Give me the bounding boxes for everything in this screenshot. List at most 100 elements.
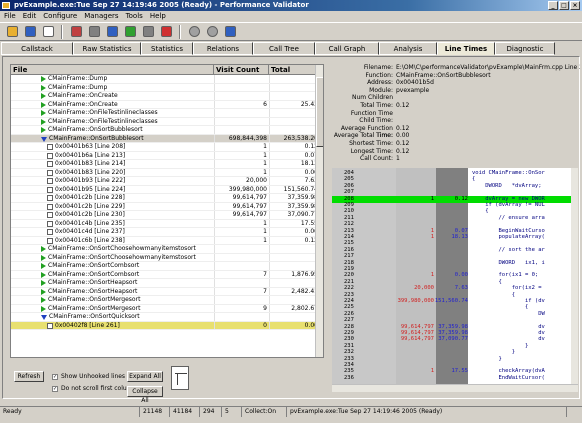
maximize-button[interactable]: □ (559, 1, 569, 10)
collapse-all-button[interactable]: Collapse All (127, 386, 163, 404)
tab-call-tree[interactable]: Call Tree (253, 42, 315, 55)
no-scroll-first-column-checkbox[interactable]: ✓ Do not scroll first column (52, 385, 136, 392)
source-line-icon[interactable] (47, 220, 53, 227)
tab-call-graph[interactable]: Call Graph (315, 42, 379, 55)
source-line-icon[interactable] (47, 178, 53, 184)
grid-row[interactable]: CMainFrame::OnSortCombsort (11, 262, 323, 271)
grid-row[interactable]: CMainFrame::OnSortMergesort 9 2,802.67 (11, 304, 323, 313)
grid-row[interactable]: 0x00401b63 [Line 208] 1 0.12 (11, 143, 323, 152)
function-arrow-icon[interactable] (41, 93, 46, 99)
source-line-icon[interactable] (47, 203, 53, 210)
grid-row[interactable]: CMainFrame::OnFileTestinlineclasses (11, 109, 323, 118)
tab-raw-statistics[interactable]: Raw Statistics (73, 42, 141, 55)
show-unhooked-checkbox[interactable]: ✓ Show Unhooked lines (52, 373, 125, 380)
tab-analysis[interactable]: Analysis (379, 42, 437, 55)
grid-row[interactable]: CMainFrame::Dump (11, 83, 323, 92)
grid-row[interactable]: 0x00401c2b [Line 228] 99,614,797 37,359.98 (11, 194, 323, 203)
column-header-file[interactable]: File (11, 65, 214, 74)
help-icon[interactable] (222, 24, 238, 39)
function-arrow-icon[interactable] (41, 305, 46, 312)
source-code-view[interactable]: 204 void CMainFrame::OnSor 205{206 DWORD *… (332, 168, 578, 384)
expanded-function-icon[interactable] (41, 136, 47, 142)
layout-preview-icon[interactable] (171, 366, 189, 390)
source-line-icon[interactable] (47, 144, 53, 150)
source-line-icon[interactable] (47, 322, 53, 329)
expand-all-button[interactable]: Expand All (127, 371, 163, 382)
function-arrow-icon[interactable] (41, 288, 46, 295)
menu-tools[interactable]: Tools (126, 11, 143, 22)
tab-relations[interactable]: Relations (193, 42, 253, 55)
function-arrow-icon[interactable] (41, 76, 46, 82)
close-button[interactable]: × (570, 1, 580, 10)
code-horizontal-scrollbar[interactable] (332, 384, 578, 392)
function-arrow-icon[interactable] (41, 297, 46, 303)
grid-row[interactable]: CMainFrame::OnSortQuicksort (11, 313, 323, 322)
code-vertical-scrollbar[interactable] (571, 168, 578, 384)
function-arrow-icon[interactable] (41, 254, 46, 261)
expanded-function-icon[interactable] (41, 315, 47, 320)
menu-help[interactable]: Help (150, 11, 166, 22)
grid-row[interactable]: 0x00401b6a [Line 213] 1 0.07 (11, 151, 323, 160)
source-line-icon[interactable] (47, 212, 53, 218)
tab-line-times[interactable]: Line Times (437, 42, 495, 55)
grid-row[interactable]: 0x00401b83 [Line 214] 1 18.13 (11, 160, 323, 169)
grid-row[interactable]: CMainFrame::OnCreate (11, 92, 323, 101)
disabled-icon-2[interactable] (204, 24, 220, 39)
refresh-icon[interactable] (122, 24, 138, 39)
grid-row[interactable]: 0x00401c4b [Line 235] 1 17.55 (11, 219, 323, 228)
code-line[interactable]: 236 EndWaitCursor( (332, 375, 578, 383)
menu-file[interactable]: File (4, 11, 16, 22)
grid-row[interactable]: CMainFrame::OnFileTestinlineclasses (11, 117, 323, 126)
save-icon[interactable] (22, 24, 38, 39)
grid-vertical-scrollbar[interactable] (315, 65, 323, 357)
grid-row[interactable]: CMainFrame::OnSortBubblesort 698,844,398 2… (11, 134, 323, 143)
column-header-total[interactable]: Total (269, 65, 320, 74)
function-arrow-icon[interactable] (41, 84, 46, 91)
grid-row[interactable]: 0x00401c4d [Line 237] 1 0.00 (11, 228, 323, 237)
grid-row[interactable]: 0x00402f8 [Line 261] 0 0.00 (11, 321, 323, 330)
grid-row[interactable]: 0x00401c2b [Line 230] 99,614,797 37,090.77 (11, 211, 323, 220)
function-arrow-icon[interactable] (41, 101, 46, 108)
stop-icon[interactable] (158, 24, 174, 39)
checkbox-box[interactable]: ✓ (52, 373, 58, 380)
source-line-icon[interactable] (47, 152, 53, 159)
menu-edit[interactable]: Edit (23, 11, 37, 22)
source-line-icon[interactable] (47, 169, 53, 176)
document-icon[interactable] (40, 24, 56, 39)
function-arrow-icon[interactable] (41, 118, 46, 125)
function-arrow-icon[interactable] (41, 280, 46, 286)
function-arrow-icon[interactable] (41, 271, 46, 278)
menu-managers[interactable]: Managers (84, 11, 118, 22)
source-line-icon[interactable] (47, 237, 53, 244)
grid-row[interactable]: 0x00401c6b [Line 238] 1 0.12 (11, 236, 323, 245)
grid-row[interactable]: CMainFrame::OnSortMergesort (11, 296, 323, 305)
grid-row[interactable]: CMainFrame::Dump (11, 75, 323, 84)
grid-row[interactable]: CMainFrame::OnSortChoosehowmanyitemstoso… (11, 253, 323, 262)
wrench-icon[interactable] (86, 24, 102, 39)
tab-callstack[interactable]: Callstack (1, 42, 73, 55)
tab-statistics[interactable]: Statistics (141, 42, 193, 55)
grid-row[interactable]: 0x00401b83 [Line 220] 1 0.00 (11, 168, 323, 177)
launch-icon[interactable] (68, 24, 84, 39)
function-arrow-icon[interactable] (41, 263, 46, 269)
grid-row[interactable]: CMainFrame::OnCreate 6 25.43 (11, 100, 323, 109)
checkbox-box[interactable]: ✓ (52, 385, 58, 392)
tab-diagnostic[interactable]: Diagnostic (495, 42, 555, 55)
grid-row[interactable]: 0x00401c2b [Line 229] 99,614,797 37,359.98 (11, 202, 323, 211)
function-arrow-icon[interactable] (41, 246, 46, 252)
grid-row[interactable]: 0x00401b93 [Line 222] 20,000 7.63 (11, 177, 323, 186)
function-arrow-icon[interactable] (41, 110, 46, 116)
refresh-button[interactable]: Refresh (14, 371, 44, 382)
source-line-icon[interactable] (47, 229, 53, 235)
menu-configure[interactable]: Configure (43, 11, 77, 22)
open-folder-icon[interactable] (4, 24, 20, 39)
pause-icon[interactable] (104, 24, 120, 39)
function-arrow-icon[interactable] (41, 127, 46, 133)
source-line-icon[interactable] (47, 186, 53, 193)
grid-row[interactable]: CMainFrame::OnSortChoosehowmanyitemstoso… (11, 245, 323, 254)
settings-icon[interactable] (140, 24, 156, 39)
grid-row[interactable]: CMainFrame::OnSortCombsort 7 1,876.95 (11, 270, 323, 279)
column-header-visit-count[interactable]: Visit Count (214, 65, 269, 74)
source-line-icon[interactable] (47, 195, 53, 201)
grid-row[interactable]: 0x00401b95 [Line 224] 399,980,000 151,560.… (11, 185, 323, 194)
